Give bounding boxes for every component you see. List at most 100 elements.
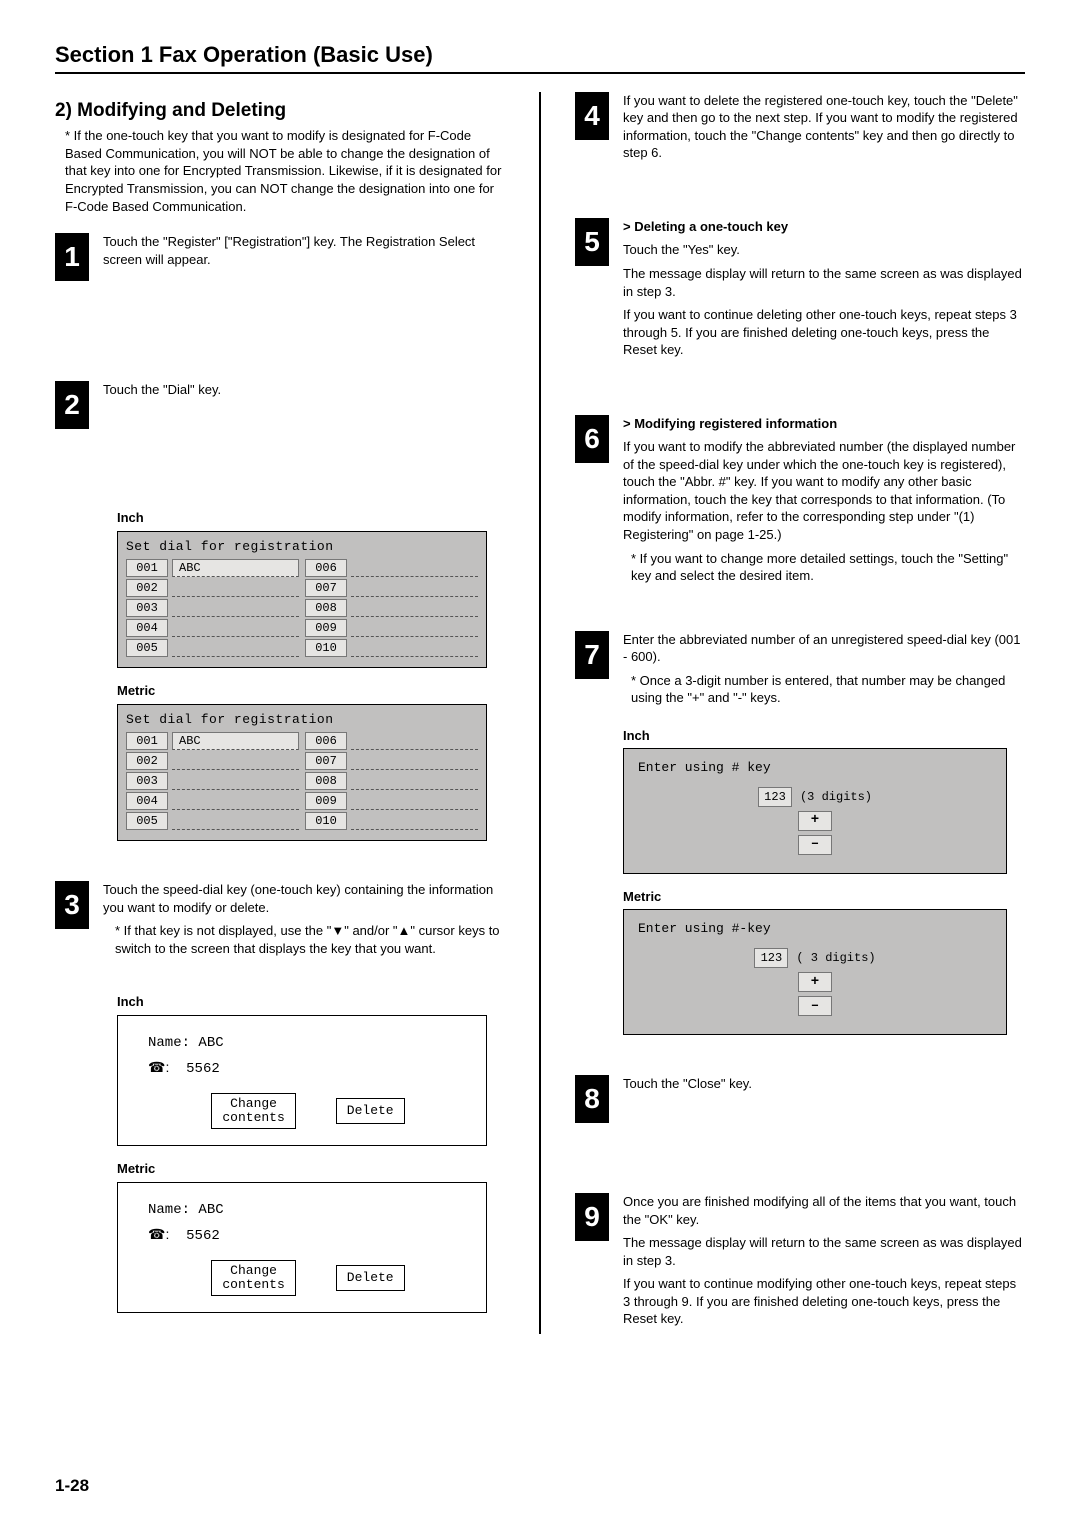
minus-button[interactable]: –: [798, 835, 832, 855]
dial-empty[interactable]: [351, 772, 478, 790]
dial-key[interactable]: 007: [305, 579, 347, 597]
step-text: If you want to continue deleting other o…: [623, 306, 1025, 359]
dial-key[interactable]: 010: [305, 639, 347, 657]
dial-empty[interactable]: [172, 812, 299, 830]
dial-empty[interactable]: [172, 599, 299, 617]
step-note: * If that key is not displayed, use the …: [103, 922, 505, 957]
dial-key[interactable]: 001: [126, 732, 168, 750]
step-body: Touch the "Close" key.: [623, 1075, 1025, 1099]
step-number: 5: [575, 218, 609, 266]
step-number: 8: [575, 1075, 609, 1123]
dial-empty[interactable]: [172, 619, 299, 637]
dial-value[interactable]: ABC: [172, 732, 299, 750]
dial-key[interactable]: 009: [305, 792, 347, 810]
dial-key[interactable]: 008: [305, 599, 347, 617]
two-column-layout: 2) Modifying and Deleting * If the one-t…: [55, 92, 1025, 1334]
dial-empty[interactable]: [351, 792, 478, 810]
dial-key[interactable]: 003: [126, 772, 168, 790]
dial-key[interactable]: 006: [305, 732, 347, 750]
step-number: 7: [575, 631, 609, 679]
step-3: 3 Touch the speed-dial key (one-touch ke…: [55, 881, 505, 963]
name-value: ABC: [198, 1035, 223, 1051]
dial-empty[interactable]: [351, 812, 478, 830]
dial-empty[interactable]: [351, 599, 478, 617]
enter-mock-metric: Enter using #-key 123 ( 3 digits) + –: [623, 909, 1007, 1035]
step-number: 2: [55, 381, 89, 429]
step-body: Enter the abbreviated number of an unreg…: [623, 631, 1025, 713]
dial-empty[interactable]: [351, 752, 478, 770]
dial-key[interactable]: 010: [305, 812, 347, 830]
column-divider: [539, 92, 541, 1334]
dial-key[interactable]: 004: [126, 792, 168, 810]
delete-button[interactable]: Delete: [336, 1098, 405, 1124]
dial-key[interactable]: 003: [126, 599, 168, 617]
dial-empty[interactable]: [172, 639, 299, 657]
minus-button[interactable]: –: [798, 996, 832, 1016]
plus-button[interactable]: +: [798, 811, 832, 831]
dial-mock-metric: Set dial for registration 001ABC 002 003…: [117, 704, 487, 842]
dial-empty[interactable]: [172, 772, 299, 790]
step-body: Once you are finished modifying all of t…: [623, 1193, 1025, 1334]
dial-empty[interactable]: [172, 792, 299, 810]
step-number: 1: [55, 233, 89, 281]
step-subheader: > Modifying registered information: [623, 415, 1025, 433]
header-rule: Section 1 Fax Operation (Basic Use): [55, 40, 1025, 74]
dial-empty[interactable]: [172, 579, 299, 597]
step-1: 1 Touch the "Register" ["Registration"] …: [55, 233, 505, 281]
name-value: ABC: [198, 1202, 223, 1218]
dial-value[interactable]: ABC: [172, 559, 299, 577]
name-label: Name:: [148, 1035, 190, 1051]
dial-key[interactable]: 006: [305, 559, 347, 577]
delete-button[interactable]: Delete: [336, 1265, 405, 1291]
step-text: If you want to modify the abbreviated nu…: [623, 438, 1025, 543]
variant-label-inch: Inch: [623, 727, 1025, 745]
dial-key[interactable]: 007: [305, 752, 347, 770]
step-8: 8 Touch the "Close" key.: [575, 1075, 1025, 1123]
step-text: If you want to delete the registered one…: [623, 92, 1025, 162]
name-label: Name:: [148, 1202, 190, 1218]
dial-empty[interactable]: [351, 639, 478, 657]
step-text: Enter the abbreviated number of an unreg…: [623, 631, 1025, 666]
step-4: 4 If you want to delete the registered o…: [575, 92, 1025, 168]
dial-empty[interactable]: [172, 752, 299, 770]
dial-key[interactable]: 005: [126, 639, 168, 657]
dial-key[interactable]: 009: [305, 619, 347, 637]
digits-hint: (3 digits): [800, 789, 872, 805]
step-note: * If you want to change more detailed se…: [623, 550, 1025, 585]
variant-label-inch: Inch: [117, 509, 505, 527]
plus-button[interactable]: +: [798, 972, 832, 992]
dial-key[interactable]: 001: [126, 559, 168, 577]
dial-key[interactable]: 005: [126, 812, 168, 830]
step-text: The message display will return to the s…: [623, 265, 1025, 300]
dial-mock-inch: Set dial for registration 001ABC 002 003…: [117, 531, 487, 669]
step-body: If you want to delete the registered one…: [623, 92, 1025, 168]
change-contents-button[interactable]: Changecontents: [211, 1093, 295, 1130]
dial-empty[interactable]: [351, 619, 478, 637]
dial-key[interactable]: 008: [305, 772, 347, 790]
dial-empty[interactable]: [351, 732, 478, 750]
step-text: Touch the "Register" ["Registration"] ke…: [103, 233, 505, 268]
change-contents-button[interactable]: Changecontents: [211, 1260, 295, 1297]
detail-mock-metric: Name: ABC ☎: 5562 Changecontents Delete: [117, 1182, 487, 1313]
step-text: Touch the speed-dial key (one-touch key)…: [103, 881, 505, 916]
dial-key[interactable]: 002: [126, 752, 168, 770]
phone-icon: ☎:: [148, 1059, 169, 1075]
tel-value: 5562: [186, 1061, 220, 1077]
number-input[interactable]: 123: [754, 948, 788, 968]
step-text: Touch the "Yes" key.: [623, 241, 1025, 259]
variant-label-inch: Inch: [117, 993, 505, 1011]
number-input[interactable]: 123: [758, 787, 792, 807]
variant-label-metric: Metric: [623, 888, 1025, 906]
dial-empty[interactable]: [351, 579, 478, 597]
step-text: Touch the "Dial" key.: [103, 381, 505, 399]
dial-empty[interactable]: [351, 559, 478, 577]
step-number: 6: [575, 415, 609, 463]
detail-mock-inch: Name: ABC ☎: 5562 Changecontents Delete: [117, 1015, 487, 1146]
digits-hint: ( 3 digits): [796, 950, 875, 966]
dial-key[interactable]: 004: [126, 619, 168, 637]
dial-key[interactable]: 002: [126, 579, 168, 597]
step-9: 9 Once you are finished modifying all of…: [575, 1193, 1025, 1334]
right-column: 4 If you want to delete the registered o…: [575, 92, 1025, 1334]
step-body: Touch the "Register" ["Registration"] ke…: [103, 233, 505, 274]
step-text: Touch the "Close" key.: [623, 1075, 1025, 1093]
